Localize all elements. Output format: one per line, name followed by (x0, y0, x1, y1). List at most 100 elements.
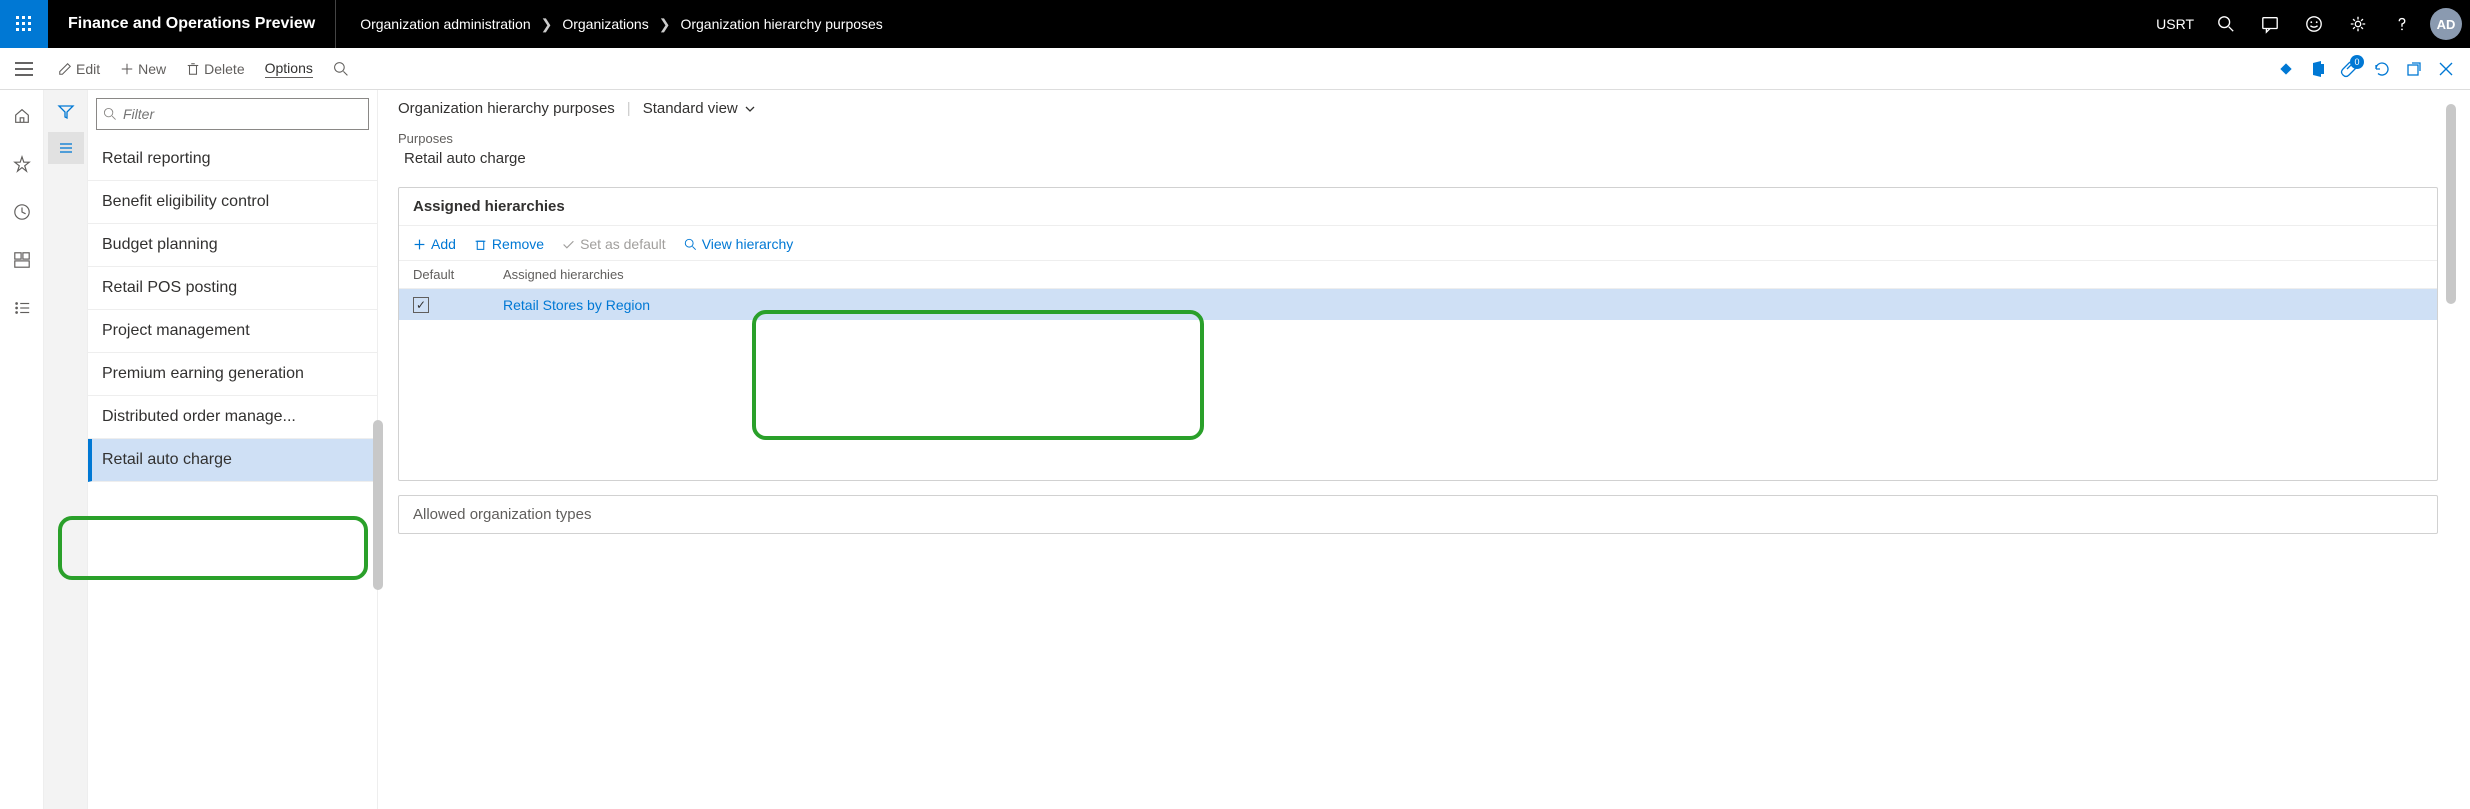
delete-button[interactable]: Delete (176, 57, 254, 81)
pencil-icon (58, 62, 72, 76)
office-addin-button[interactable] (2302, 53, 2334, 85)
list-item[interactable]: Benefit eligibility control (88, 181, 377, 224)
attachments-count-badge: 0 (2350, 55, 2364, 69)
list-item[interactable]: Project management (88, 310, 377, 353)
filter-input[interactable] (123, 106, 362, 122)
list-item[interactable]: Budget planning (88, 224, 377, 267)
app-launcher-button[interactable] (0, 0, 48, 48)
search-button[interactable] (2206, 0, 2246, 48)
divider: | (627, 100, 631, 117)
default-cell[interactable] (413, 296, 503, 313)
grid-header: Default Assigned hierarchies (399, 261, 2437, 289)
settings-button[interactable] (2338, 0, 2378, 48)
gear-icon (2349, 15, 2367, 33)
plus-icon (413, 238, 426, 251)
list-item[interactable]: Retail POS posting (88, 267, 377, 310)
list-item[interactable]: Retail reporting (88, 138, 377, 181)
table-row[interactable]: Retail Stores by Region (399, 289, 2437, 320)
grid-icon (13, 251, 31, 269)
home-icon (13, 107, 31, 125)
allowed-org-types-section[interactable]: Allowed organization types (398, 495, 2438, 534)
help-button[interactable] (2382, 0, 2422, 48)
chevron-right-icon: ❯ (659, 16, 671, 33)
new-button[interactable]: New (110, 57, 176, 81)
list-panel: Retail reportingBenefit eligibility cont… (88, 90, 378, 809)
view-label: Standard view (643, 100, 738, 117)
col-default-header[interactable]: Default (413, 267, 503, 282)
assigned-hierarchies-section: Assigned hierarchies Add Remove Set as d… (398, 187, 2438, 481)
messages-button[interactable] (2250, 0, 2290, 48)
add-button[interactable]: Add (413, 236, 456, 252)
close-icon (2438, 61, 2454, 77)
question-icon (2393, 15, 2411, 33)
search-icon (2217, 15, 2235, 33)
view-hierarchy-button[interactable]: View hierarchy (684, 236, 794, 252)
add-label: Add (431, 236, 456, 252)
smiley-icon (2305, 15, 2323, 33)
company-code[interactable]: USRT (2156, 16, 2194, 32)
page-title: Organization hierarchy purposes (398, 100, 615, 117)
user-avatar[interactable]: AD (2430, 8, 2462, 40)
options-label: Options (265, 60, 313, 78)
refresh-button[interactable] (2366, 53, 2398, 85)
remove-button[interactable]: Remove (474, 236, 544, 252)
set-default-label: Set as default (580, 236, 666, 252)
attachments-button[interactable]: 0 (2334, 53, 2366, 85)
search-icon (103, 107, 117, 121)
trash-icon (474, 238, 487, 251)
chevron-right-icon: ❯ (541, 16, 553, 33)
list-item[interactable]: Retail auto charge (88, 439, 377, 482)
modules-button[interactable] (4, 290, 40, 326)
nav-toggle-button[interactable] (8, 53, 40, 85)
list-item[interactable]: Premium earning generation (88, 353, 377, 396)
purposes-label: Purposes (398, 131, 2470, 146)
popout-button[interactable] (2398, 53, 2430, 85)
view-selector[interactable]: Standard view (643, 100, 756, 117)
list-view-button[interactable] (48, 132, 84, 164)
breadcrumb: Organization administration ❯ Organizati… (336, 16, 2156, 33)
close-button[interactable] (2430, 53, 2462, 85)
home-button[interactable] (4, 98, 40, 134)
edit-label: Edit (76, 61, 100, 77)
hierarchy-link[interactable]: Retail Stores by Region (503, 297, 650, 313)
section-title: Assigned hierarchies (399, 188, 2437, 226)
personalize-button[interactable] (2270, 53, 2302, 85)
purpose-value: Retail auto charge (398, 146, 2470, 173)
view-hierarchy-label: View hierarchy (702, 236, 794, 252)
plus-icon (120, 62, 134, 76)
options-button[interactable]: Options (255, 56, 323, 82)
trash-icon (186, 62, 200, 76)
search-icon (333, 61, 349, 77)
filter-input-wrap[interactable] (96, 98, 369, 130)
top-header: Finance and Operations Preview Organizat… (0, 0, 2470, 48)
app-title: Finance and Operations Preview (48, 0, 336, 48)
breadcrumb-item[interactable]: Organization hierarchy purposes (680, 16, 882, 32)
grid-body-empty (399, 320, 2437, 480)
col-hierarchies-header[interactable]: Assigned hierarchies (503, 267, 2423, 282)
breadcrumb-item[interactable]: Organizations (562, 16, 648, 32)
check-icon (562, 238, 575, 251)
feedback-button[interactable] (2294, 0, 2334, 48)
filter-button[interactable] (48, 96, 84, 128)
search-icon (684, 238, 697, 251)
recent-button[interactable] (4, 194, 40, 230)
find-button[interactable] (323, 57, 359, 81)
list-filter (88, 90, 377, 138)
page-header: Organization hierarchy purposes | Standa… (398, 100, 2470, 129)
favorites-button[interactable] (4, 146, 40, 182)
edit-button[interactable]: Edit (48, 57, 110, 81)
main-layout: Retail reportingBenefit eligibility cont… (0, 90, 2470, 809)
list-item[interactable]: Distributed order manage... (88, 396, 377, 439)
chat-icon (2261, 15, 2279, 33)
chevron-down-icon (744, 103, 756, 115)
waffle-icon (16, 16, 32, 32)
lines-icon (58, 140, 74, 156)
left-rail (0, 90, 44, 809)
grid-toolbar: Add Remove Set as default View hierarchy (399, 226, 2437, 261)
diamond-icon (2278, 61, 2294, 77)
workspaces-button[interactable] (4, 242, 40, 278)
breadcrumb-item[interactable]: Organization administration (360, 16, 530, 32)
popout-icon (2406, 61, 2422, 77)
scrollbar-thumb[interactable] (2446, 104, 2456, 304)
purposes-list[interactable]: Retail reportingBenefit eligibility cont… (88, 138, 377, 809)
